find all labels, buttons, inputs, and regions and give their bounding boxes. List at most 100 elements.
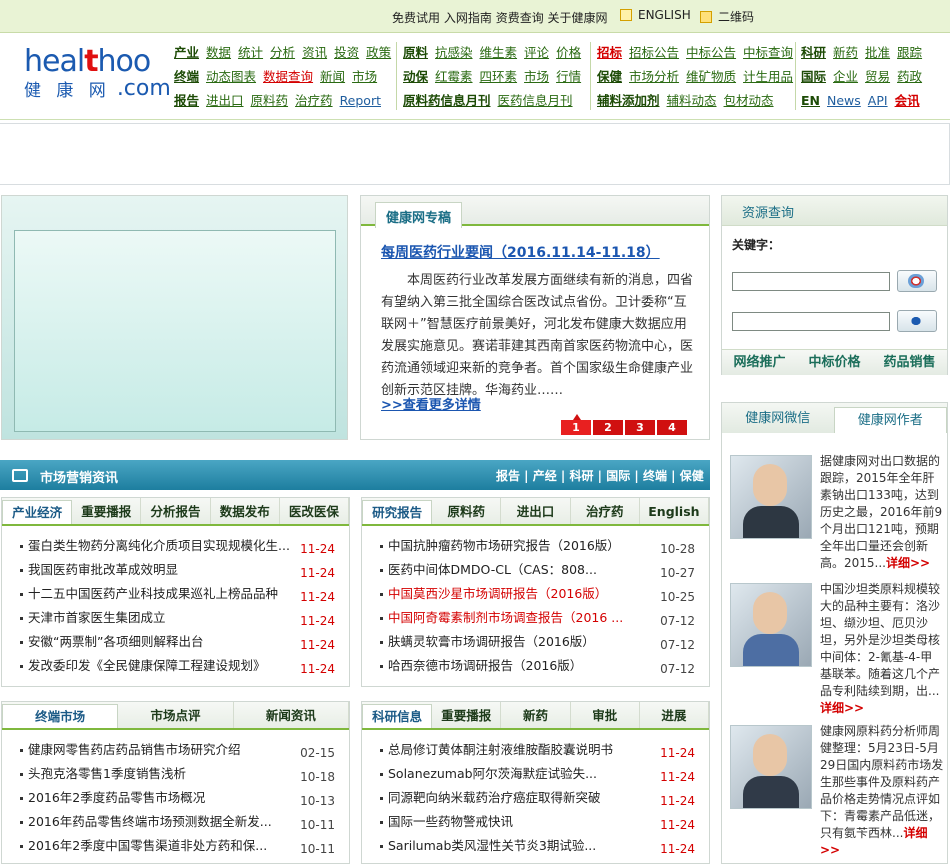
author-photo[interactable]: [730, 455, 812, 539]
nav-link[interactable]: 市场: [352, 69, 377, 84]
nav-link[interactable]: 会讯: [895, 93, 920, 108]
list-item-link[interactable]: 十二五中国医药产业科技成果巡礼上榜品品种: [28, 582, 278, 606]
list-item-link[interactable]: 中国阿奇霉素制剂市场调查报告（2016 ...: [388, 606, 623, 630]
list-item-link[interactable]: 哈西奈德市场调研报告（2016版）: [388, 654, 582, 678]
list-item-link[interactable]: 2016年2季度中国零售渠道非处方药和保...: [28, 834, 267, 858]
nav-link[interactable]: 医药信息月刊: [498, 93, 573, 108]
list-item-link[interactable]: 肤螨灵软膏市场调研报告（2016版）: [388, 630, 595, 654]
nav-link[interactable]: 原料药信息月刊: [403, 93, 491, 108]
list-item-link[interactable]: Solanezumab阿尔茨海默症试验失...: [388, 762, 597, 786]
nav-link[interactable]: 包材动态: [724, 93, 774, 108]
author-photo[interactable]: [730, 583, 812, 667]
nav-link[interactable]: 企业: [833, 69, 858, 84]
nav-link[interactable]: 招标公告: [629, 45, 679, 60]
list-tab[interactable]: 科研信息: [362, 704, 433, 728]
nav-link[interactable]: 市场分析: [629, 69, 679, 84]
list-item-link[interactable]: 我国医药审批改革成效明显: [28, 558, 178, 582]
tab-special[interactable]: 健康网专稿: [375, 202, 463, 228]
nav-link[interactable]: 维生素: [480, 45, 518, 60]
nav-link[interactable]: 国际: [801, 69, 826, 84]
nav-link[interactable]: 报告: [174, 93, 199, 108]
page-2-button[interactable]: 2: [593, 420, 623, 435]
nav-link[interactable]: 四环素: [480, 69, 518, 84]
search-button[interactable]: [897, 270, 937, 292]
list-tab[interactable]: 进出口: [501, 498, 571, 524]
nav-link[interactable]: 数据查询: [263, 69, 313, 84]
fees-link[interactable]: 资费查询: [496, 11, 544, 25]
list-item-link[interactable]: 中国抗肿瘤药物市场研究报告（2016版）: [388, 534, 620, 558]
nav-link[interactable]: 终端: [174, 69, 199, 84]
list-tab[interactable]: English: [640, 498, 710, 524]
list-item-link[interactable]: Sarilumab类风湿性关节炎3期试验...: [388, 834, 596, 858]
baidu-input[interactable]: [732, 312, 890, 331]
list-item-link[interactable]: 中国莫西沙星市场调研报告（2016版）: [388, 582, 607, 606]
nav-link[interactable]: 药政: [897, 69, 922, 84]
keyword-input[interactable]: [732, 272, 890, 291]
nav-link[interactable]: 中标公告: [686, 45, 736, 60]
nav-link[interactable]: News: [827, 93, 861, 108]
nav-link[interactable]: 原料: [403, 45, 428, 60]
list-tab[interactable]: 重要播报: [432, 702, 502, 728]
list-tab[interactable]: 研究报告: [362, 500, 433, 524]
english-link[interactable]: ENGLISH: [620, 8, 691, 22]
nav-link[interactable]: 政策: [366, 45, 391, 60]
tab-bid-price[interactable]: 中标价格: [797, 350, 872, 375]
nav-link[interactable]: 贸易: [865, 69, 890, 84]
nav-link[interactable]: 产业: [174, 45, 199, 60]
list-tab[interactable]: 市场点评: [118, 702, 234, 728]
nav-link[interactable]: 中标查询: [743, 45, 793, 60]
author-detail-link[interactable]: 详细>>: [820, 701, 864, 715]
nav-link[interactable]: 原料药: [251, 93, 289, 108]
nav-link[interactable]: 计生用品: [743, 69, 793, 84]
list-tab[interactable]: 产业经济: [2, 500, 73, 524]
site-logo[interactable]: healthoo 健 康 网 .com: [24, 46, 171, 102]
page-1-button[interactable]: 1: [561, 420, 591, 435]
slide-frame[interactable]: [14, 230, 336, 432]
list-tab[interactable]: 新药: [501, 702, 571, 728]
qrcode-link[interactable]: 二维码: [700, 8, 754, 25]
nav-link[interactable]: 评论: [524, 45, 549, 60]
nav-link[interactable]: 抗感染: [435, 45, 473, 60]
nav-link[interactable]: 新闻: [320, 69, 345, 84]
list-item-link[interactable]: 总局修订黄体酮注射液维胺酯胶囊说明书: [388, 738, 613, 762]
list-item-link[interactable]: 头孢克洛零售1季度销售浅析: [28, 762, 186, 786]
about-link[interactable]: 关于健康网: [548, 11, 608, 25]
nav-link[interactable]: 治疗药: [295, 93, 333, 108]
nav-link[interactable]: 投资: [334, 45, 359, 60]
nav-link[interactable]: 价格: [556, 45, 581, 60]
list-item-link[interactable]: 健康网零售药店药品销售市场研究介绍: [28, 738, 241, 762]
join-guide-link[interactable]: 入网指南: [444, 11, 492, 25]
nav-link[interactable]: 跟踪: [897, 45, 922, 60]
list-tab[interactable]: 进展: [640, 702, 710, 728]
list-item-link[interactable]: 同源靶向纳米载药治疗癌症取得新突破: [388, 786, 601, 810]
nav-link[interactable]: 动态图表: [206, 69, 256, 84]
nav-link[interactable]: 分析: [270, 45, 295, 60]
nav-link[interactable]: 批准: [865, 45, 890, 60]
nav-link[interactable]: 保健: [597, 69, 622, 84]
baidu-search-button[interactable]: [897, 310, 937, 332]
list-tab[interactable]: 终端市场: [2, 704, 119, 728]
nav-link[interactable]: EN: [801, 93, 820, 108]
author-photo[interactable]: [730, 725, 812, 809]
list-item-link[interactable]: 2016年药品零售终端市场预测数据全新发...: [28, 810, 272, 834]
list-item-link[interactable]: 2016年2季度药品零售市场概况: [28, 786, 205, 810]
list-tab[interactable]: 审批: [571, 702, 640, 728]
nav-link[interactable]: 科研: [801, 45, 826, 60]
list-tab[interactable]: 新闻资讯: [234, 702, 349, 728]
nav-link[interactable]: 红霉素: [435, 69, 473, 84]
list-tab[interactable]: 重要播报: [72, 498, 142, 524]
author-detail-link[interactable]: 详细>>: [886, 556, 930, 570]
tab-authors[interactable]: 健康网作者: [833, 407, 947, 433]
list-tab[interactable]: 数据发布: [211, 498, 280, 524]
nav-link[interactable]: API: [868, 93, 888, 108]
nav-link[interactable]: Report: [340, 93, 381, 108]
nav-link[interactable]: 资讯: [302, 45, 327, 60]
list-item-link[interactable]: 安徽“两票制”各项细则解释出台: [28, 630, 203, 654]
nav-link[interactable]: 进出口: [206, 93, 244, 108]
nav-link[interactable]: 市场: [524, 69, 549, 84]
list-tab[interactable]: 医改医保: [280, 498, 350, 524]
list-item-link[interactable]: 国际一些药物警戒快讯: [388, 810, 513, 834]
tab-promotion[interactable]: 网络推广: [722, 350, 797, 375]
nav-link[interactable]: 动保: [403, 69, 428, 84]
nav-link[interactable]: 招标: [597, 45, 622, 60]
